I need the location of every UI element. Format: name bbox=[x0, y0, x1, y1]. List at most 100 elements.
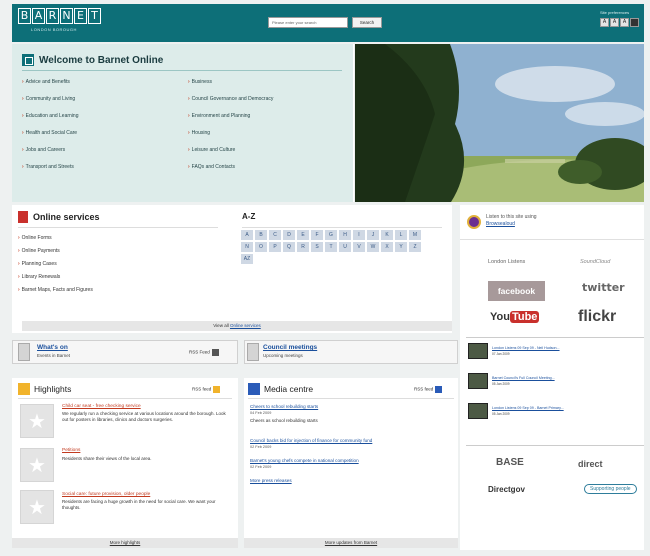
youtube-logo[interactable]: You Tube bbox=[490, 311, 540, 323]
video-link[interactable]: Barnet Council's Full Council Meeting... bbox=[492, 376, 555, 380]
az-letter[interactable]: M bbox=[409, 230, 421, 240]
font-small-button[interactable]: A bbox=[600, 18, 609, 27]
az-letter[interactable]: Z bbox=[409, 242, 421, 252]
rss-icon bbox=[213, 386, 221, 393]
video-date: 05 Jan 2009 bbox=[492, 382, 510, 386]
media-rss-link[interactable]: RSS feed bbox=[414, 386, 443, 393]
video-thumbnail[interactable] bbox=[468, 373, 488, 389]
nav-link[interactable]: Community and Living bbox=[22, 96, 75, 102]
az-letter-all[interactable]: AZ bbox=[241, 254, 253, 264]
meetings-icon bbox=[247, 343, 259, 361]
video-thumbnail[interactable] bbox=[468, 343, 488, 359]
nav-link[interactable]: Housing bbox=[188, 130, 210, 136]
supporting-people-logo[interactable]: Supporting people bbox=[584, 484, 637, 494]
az-letter[interactable]: R bbox=[297, 242, 309, 252]
az-letter[interactable]: I bbox=[353, 230, 365, 240]
logo-letter: N bbox=[60, 8, 73, 24]
service-link[interactable]: Planning Cases bbox=[18, 261, 57, 267]
footer-prefix: View all bbox=[213, 323, 229, 328]
whats-on-title[interactable]: What's on bbox=[37, 344, 68, 351]
youtube-tube: Tube bbox=[509, 311, 540, 323]
nav-link[interactable]: Jobs and Careers bbox=[22, 147, 65, 153]
facebook-logo[interactable]: facebook bbox=[488, 281, 545, 301]
az-letter[interactable]: H bbox=[339, 230, 351, 240]
twitter-logo[interactable]: twitter bbox=[582, 281, 625, 294]
az-letter[interactable]: J bbox=[367, 230, 379, 240]
nav-link[interactable]: Council Governance and Democracy bbox=[188, 96, 274, 102]
direct-logo[interactable]: direct bbox=[578, 459, 603, 469]
az-letter[interactable]: Q bbox=[283, 242, 295, 252]
welcome-heading: Welcome to Barnet Online bbox=[22, 54, 163, 66]
logo-letter: R bbox=[46, 8, 59, 24]
nav-link[interactable]: Business bbox=[188, 79, 212, 85]
soundcloud-logo[interactable]: SoundCloud bbox=[580, 259, 610, 265]
az-letter[interactable]: W bbox=[367, 242, 379, 252]
az-letter[interactable]: X bbox=[381, 242, 393, 252]
az-letter[interactable]: G bbox=[325, 230, 337, 240]
rss-feed-link[interactable]: RSS Feed bbox=[189, 349, 219, 356]
service-link[interactable]: Online Forms bbox=[18, 235, 52, 241]
az-letter[interactable]: B bbox=[255, 230, 267, 240]
barnet-logo[interactable]: B A R N E T bbox=[18, 8, 101, 26]
welcome-title-text: Welcome to Barnet Online bbox=[39, 54, 164, 66]
service-link[interactable]: Barnet Maps, Facts and Figures bbox=[18, 287, 93, 293]
divider bbox=[18, 398, 232, 399]
nav-link[interactable]: Advice and Benefits bbox=[22, 79, 70, 85]
browsealoud-link[interactable]: Browsealoud bbox=[486, 221, 537, 228]
video-date: 07 Jan 2009 bbox=[492, 352, 510, 356]
press-release-link[interactable]: Barnet's young chefs compete in national… bbox=[250, 458, 359, 463]
divider bbox=[18, 227, 218, 228]
nav-link[interactable]: Leisure and Culture bbox=[188, 147, 236, 153]
nav-link[interactable]: Education and Learning bbox=[22, 113, 79, 119]
press-release-date: 04 Feb 2009 bbox=[250, 411, 272, 415]
az-letter[interactable]: D bbox=[283, 230, 295, 240]
az-letter[interactable]: F bbox=[311, 230, 323, 240]
more-updates-link[interactable]: More updates from Barnet bbox=[244, 538, 458, 548]
az-letter[interactable]: C bbox=[269, 230, 281, 240]
nav-link[interactable]: FAQs and Contacts bbox=[188, 164, 235, 170]
az-letter[interactable]: E bbox=[297, 230, 309, 240]
council-meetings-title[interactable]: Council meetings bbox=[263, 344, 317, 351]
az-letter[interactable]: T bbox=[325, 242, 337, 252]
video-link[interactable]: London Listens 09 Sep 09 - Barnet Primar… bbox=[492, 406, 564, 410]
nav-link[interactable]: Transport and Streets bbox=[22, 164, 74, 170]
az-letter[interactable]: K bbox=[381, 230, 393, 240]
service-link[interactable]: Library Renewals bbox=[18, 274, 61, 280]
directgov-logo[interactable]: Directgov bbox=[488, 485, 525, 494]
press-release-link[interactable]: Cheers to school rebuilding starts bbox=[250, 404, 318, 409]
az-letter[interactable]: A bbox=[241, 230, 253, 240]
az-letter[interactable]: N bbox=[241, 242, 253, 252]
video-link[interactable]: London Listens 09 Sep 09 - Neil Hudson..… bbox=[492, 346, 560, 350]
more-press-releases-link[interactable]: More press releases bbox=[250, 478, 292, 483]
az-letter[interactable]: V bbox=[353, 242, 365, 252]
az-letter[interactable]: U bbox=[339, 242, 351, 252]
search-button[interactable]: Search bbox=[352, 17, 382, 28]
nav-link[interactable]: Health and Social Care bbox=[22, 130, 77, 136]
media-centre-heading: Media centre bbox=[248, 383, 313, 395]
highlight-link[interactable]: Child car seat - free checking service bbox=[62, 404, 141, 409]
font-large-button[interactable]: A bbox=[620, 18, 629, 27]
more-highlights-link[interactable]: More highlights bbox=[12, 538, 238, 548]
az-letter[interactable]: O bbox=[255, 242, 267, 252]
site-header: B A R N E T LONDON BOROUGH Please enter … bbox=[12, 4, 644, 42]
flickr-logo[interactable]: flickr bbox=[578, 308, 616, 326]
font-medium-button[interactable]: A bbox=[610, 18, 619, 27]
az-letter[interactable]: P bbox=[269, 242, 281, 252]
az-letter[interactable]: L bbox=[395, 230, 407, 240]
nav-link[interactable]: Environment and Planning bbox=[188, 113, 251, 119]
service-link[interactable]: Online Payments bbox=[18, 248, 60, 254]
highlights-rss-link[interactable]: RSS feed bbox=[192, 386, 221, 393]
press-release-link[interactable]: Council backs bid for injection of finan… bbox=[250, 438, 372, 443]
highlight-link[interactable]: Petitions bbox=[62, 448, 80, 453]
highlight-link[interactable]: Social care: future provision, older peo… bbox=[62, 492, 150, 497]
site-preferences-label: Site preferences bbox=[600, 10, 630, 15]
london-listens-logo[interactable]: London Listens bbox=[488, 259, 525, 265]
media-centre-icon bbox=[248, 383, 260, 395]
base-logo[interactable]: BASE bbox=[496, 457, 524, 468]
az-letter[interactable]: Y bbox=[395, 242, 407, 252]
high-contrast-button[interactable] bbox=[630, 18, 639, 27]
video-thumbnail[interactable] bbox=[468, 403, 488, 419]
view-all-services-link[interactable]: Online services bbox=[230, 323, 261, 328]
search-input[interactable]: Please enter your search bbox=[268, 17, 348, 28]
az-letter[interactable]: S bbox=[311, 242, 323, 252]
